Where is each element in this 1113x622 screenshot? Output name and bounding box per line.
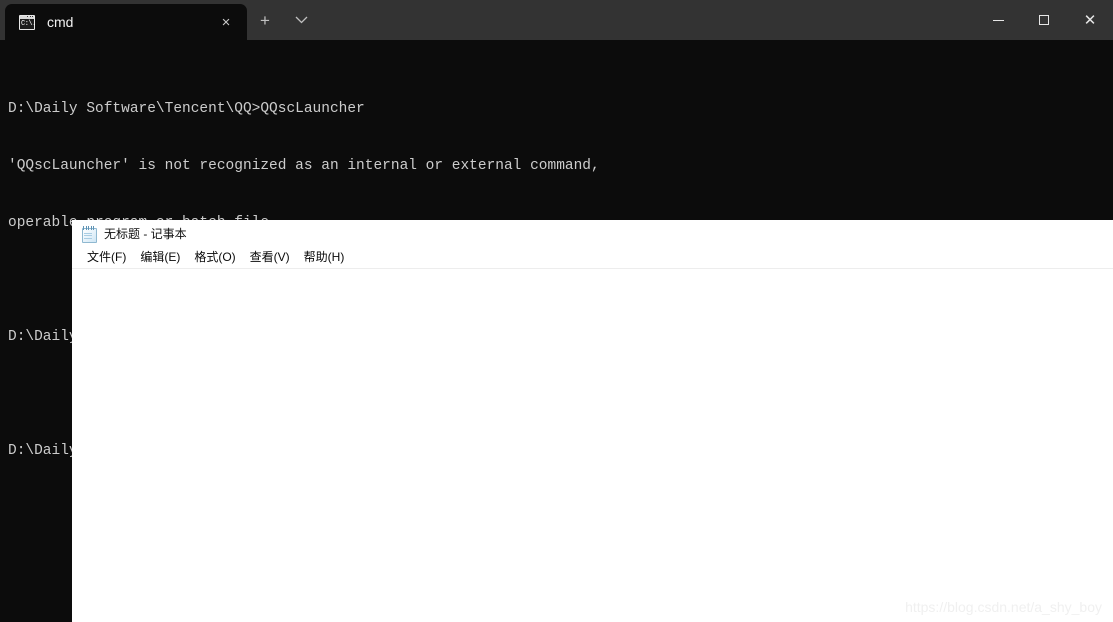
- menu-item-edit[interactable]: 编辑(E): [133, 248, 187, 267]
- tab-strip: C:\. cmd × +: [0, 0, 319, 40]
- chevron-down-icon[interactable]: [283, 2, 319, 38]
- notepad-menubar: 文件(F) 编辑(E) 格式(O) 查看(V) 帮助(H): [72, 247, 1113, 268]
- maximize-button[interactable]: [1021, 0, 1067, 40]
- console-icon: C:\.: [19, 14, 36, 30]
- terminal-titlebar[interactable]: C:\. cmd × + ✕: [0, 0, 1113, 40]
- notepad-title-label: 无标题 - 记事本: [104, 226, 187, 241]
- menu-item-help[interactable]: 帮助(H): [297, 248, 352, 267]
- notepad-titlebar[interactable]: 无标题 - 记事本: [72, 220, 1113, 247]
- notepad-window: 无标题 - 记事本 文件(F) 编辑(E) 格式(O) 查看(V) 帮助(H) …: [72, 220, 1113, 622]
- menu-item-view[interactable]: 查看(V): [243, 248, 297, 267]
- menu-item-file[interactable]: 文件(F): [80, 248, 133, 267]
- console-icon-prompt: C:\.: [21, 19, 36, 28]
- console-line: D:\Daily Software\Tencent\QQ>QQscLaunche…: [8, 101, 365, 117]
- close-icon: ✕: [1083, 11, 1097, 29]
- tab-title-label: cmd: [47, 15, 74, 29]
- watermark-text: https://blog.csdn.net/a_shy_boy: [905, 599, 1102, 615]
- menubar-separator: [72, 268, 1113, 269]
- tab-close-icon[interactable]: ×: [211, 9, 241, 35]
- notepad-text-area[interactable]: [72, 270, 1113, 622]
- menu-item-format[interactable]: 格式(O): [187, 248, 242, 267]
- window-controls: ✕: [975, 0, 1113, 40]
- notepad-icon: [81, 225, 97, 243]
- console-line: 'QQscLauncher' is not recognized as an i…: [8, 158, 600, 174]
- close-button[interactable]: ✕: [1067, 0, 1113, 40]
- minimize-button[interactable]: [975, 0, 1021, 40]
- new-tab-button[interactable]: +: [247, 2, 283, 38]
- tab-cmd[interactable]: C:\. cmd ×: [5, 4, 247, 40]
